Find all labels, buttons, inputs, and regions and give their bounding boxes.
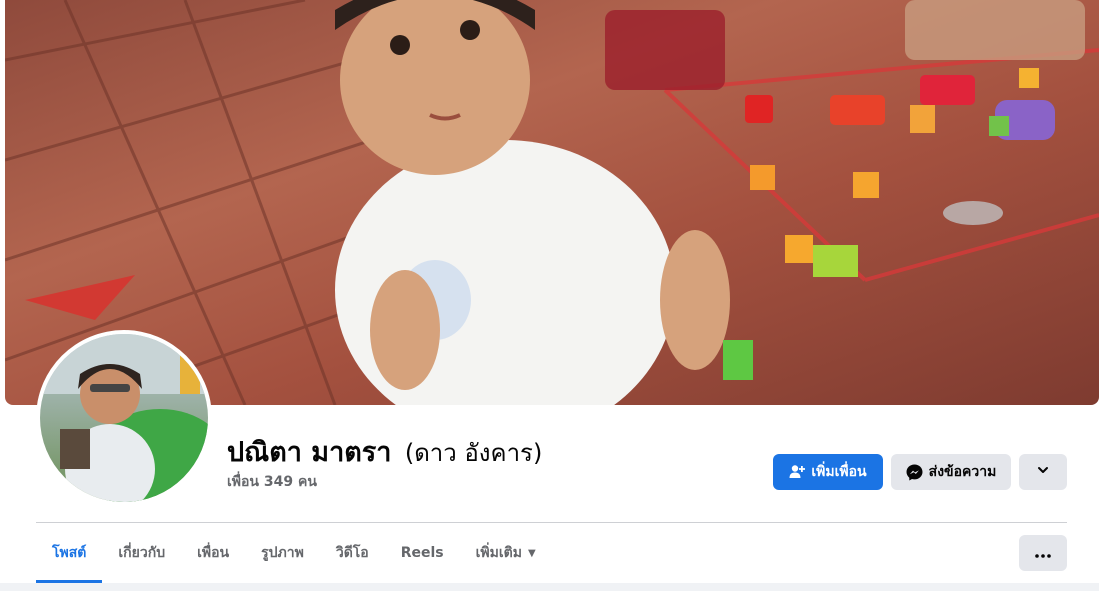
tab-label: Reels bbox=[400, 545, 444, 561]
tab-label: โพสต์ bbox=[52, 545, 87, 561]
tab-label: เกี่ยวกับ bbox=[118, 545, 166, 561]
profile-tabs: โพสต์ เกี่ยวกับ เพื่อน รูปภาพ วิดีโอ Ree… bbox=[36, 523, 552, 583]
tab-label: เพิ่มเติม bbox=[475, 545, 522, 561]
tab-videos[interactable]: วิดีโอ bbox=[320, 523, 385, 583]
profile-name-text: ปณิตา มาตรา bbox=[227, 437, 392, 468]
message-button[interactable]: ส่งข้อความ bbox=[891, 454, 1011, 490]
tab-posts[interactable]: โพสต์ bbox=[36, 523, 103, 583]
page-background-strip bbox=[0, 583, 1099, 591]
add-friend-button[interactable]: เพิ่มเพื่อน bbox=[773, 454, 883, 490]
profile-name: ปณิตา มาตรา (ดาว อังคาร) bbox=[227, 430, 542, 473]
profile-page: ปณิตา มาตรา (ดาว อังคาร) เพื่อน 349 คน เ… bbox=[0, 0, 1099, 591]
profile-options-button[interactable] bbox=[1019, 454, 1067, 490]
ellipsis-icon bbox=[1035, 546, 1051, 561]
person-plus-icon bbox=[789, 464, 806, 480]
tab-reels[interactable]: Reels bbox=[385, 523, 460, 583]
message-label: ส่งข้อความ bbox=[928, 464, 997, 480]
add-friend-label: เพิ่มเพื่อน bbox=[811, 464, 867, 480]
messenger-icon bbox=[906, 464, 923, 481]
tab-label: วิดีโอ bbox=[335, 545, 369, 561]
caret-down-icon: ▼ bbox=[527, 547, 536, 559]
tab-label: เพื่อน bbox=[197, 545, 230, 561]
friend-count-link[interactable]: เพื่อน 349 คน bbox=[227, 471, 317, 493]
tab-friends[interactable]: เพื่อน bbox=[181, 523, 245, 583]
avatar-photo bbox=[40, 334, 208, 502]
chevron-down-icon bbox=[1036, 463, 1050, 481]
tab-more[interactable]: เพิ่มเติม ▼ bbox=[460, 523, 552, 583]
tab-photos[interactable]: รูปภาพ bbox=[245, 523, 320, 583]
tab-label: รูปภาพ bbox=[261, 545, 304, 561]
tab-about[interactable]: เกี่ยวกับ bbox=[102, 523, 181, 583]
profile-avatar[interactable] bbox=[36, 330, 212, 506]
profile-alternate-name: (ดาว อังคาร) bbox=[404, 439, 543, 467]
more-options-button[interactable] bbox=[1019, 535, 1067, 571]
